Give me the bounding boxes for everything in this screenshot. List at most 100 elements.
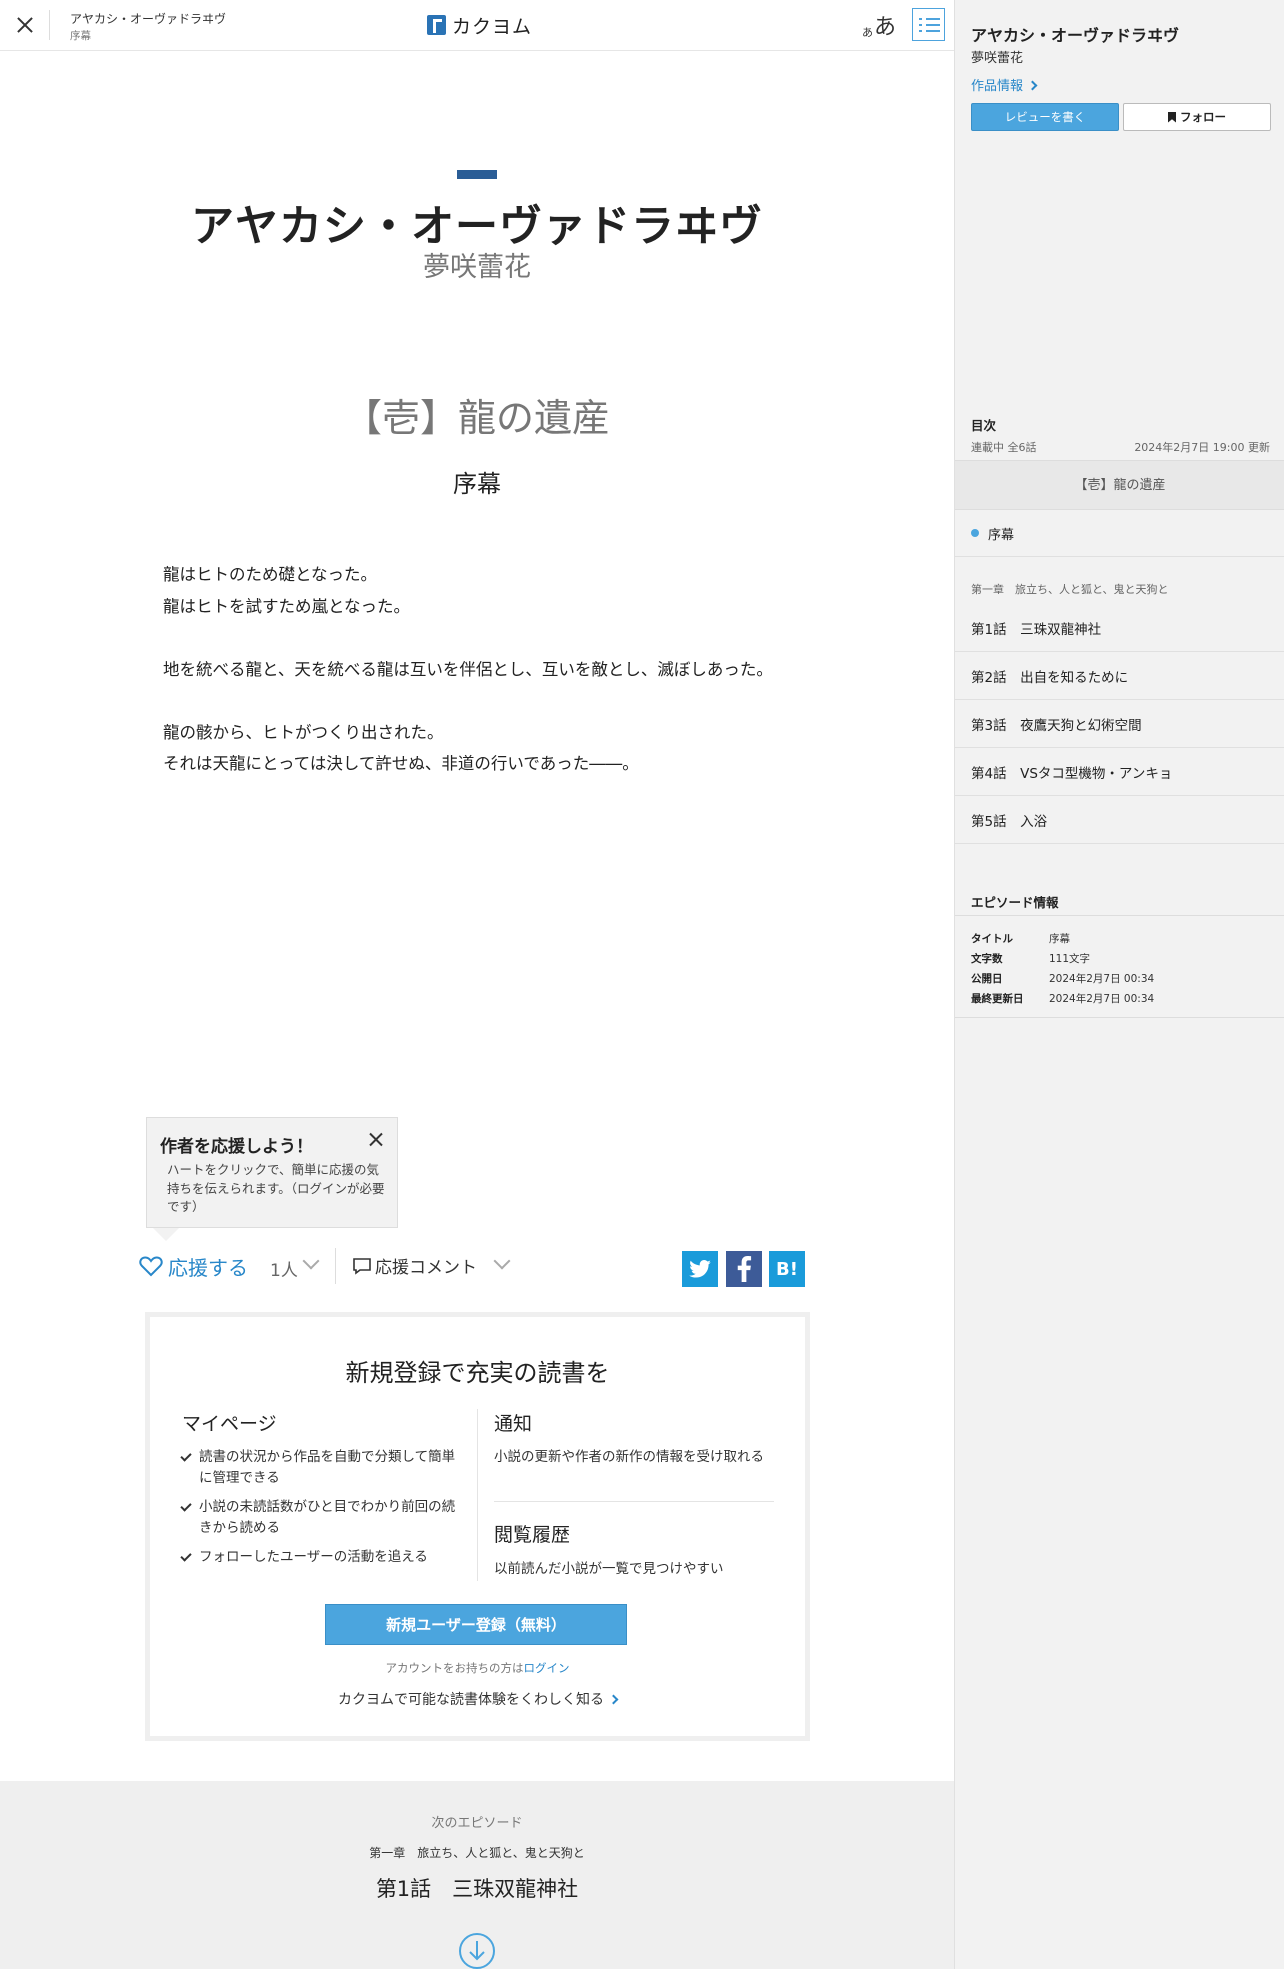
cheer-row: 応援する 1人 応援コメント B! [139, 1246, 809, 1287]
feature-text: 読書の状況から作品を自動で分類して簡単に管理できる [199, 1449, 456, 1486]
cheer-button[interactable]: 応援する [168, 1252, 248, 1281]
toc-episode[interactable]: 第5話 入浴 [955, 796, 1284, 844]
font-size-button[interactable]: あ あ [862, 10, 896, 40]
body-line: 龍はヒトを試すため嵐となった。 [163, 596, 411, 616]
next-episode-title[interactable]: 第1話 三珠双龍神社 [0, 1873, 954, 1903]
login-line: アカウントをお持ちの方はログイン [150, 1660, 805, 1676]
font-small-glyph: あ [862, 26, 873, 39]
tooltip-close-icon[interactable] [365, 1129, 387, 1151]
chapter-title: 【壱】龍の遺産 [343, 396, 610, 440]
top-bar: アヤカシ・オーヴァドラヰヴ 序幕 カクヨム あ あ [0, 0, 954, 51]
toc-episode-label: 序幕 [988, 528, 1015, 543]
write-review-button[interactable]: レビューを書く [971, 103, 1119, 131]
twitter-icon [689, 1260, 711, 1278]
episode-body: 龍はヒトのため礎となった。 龍はヒトを試すため嵐となった。 地を統べる龍と、天を… [163, 559, 843, 780]
signup-promo: 新規登録で充実の読書を マイページ 読書の状況から作品を自動で分類して簡単に管理… [145, 1312, 810, 1741]
notify-desc: 小説の更新や作者の新作の情報を受け取れる [494, 1449, 764, 1465]
feature-text: 小説の未読話数がひと目でわかり前回の続きから読める [199, 1499, 456, 1536]
chevron-down-icon[interactable] [302, 1252, 320, 1270]
mypage-feature: 読書の状況から作品を自動で分類して簡単に管理できる [180, 1447, 462, 1489]
toc-dot [919, 18, 922, 20]
logo-icon [427, 15, 446, 35]
toc-episode[interactable]: 第4話 VSタコ型機物・アンキョ [955, 748, 1284, 796]
follow-label: フォロー [1180, 110, 1226, 124]
info-value: 111文字 [1049, 953, 1091, 965]
toc-episode[interactable]: 第1話 三珠双龍神社 [955, 604, 1284, 652]
sidebar: アヤカシ・オーヴァドラヰヴ 夢咲蕾花 作品情報 レビューを書く フォロー 目次 … [954, 0, 1284, 1969]
divider [477, 1409, 478, 1581]
facebook-share-button[interactable] [726, 1251, 762, 1287]
mypage-heading: マイページ [182, 1413, 277, 1435]
signup-title: 新規登録で充実の読書を [345, 1359, 610, 1387]
body-line: 龍はヒトのため礎となった。 [163, 565, 378, 584]
toc-line [926, 30, 940, 32]
info-key: 公開日 [971, 973, 1003, 985]
current-dot-icon [971, 529, 979, 537]
cheer-tooltip: 作者を応援しよう！ ハートをクリックで、簡単に応援の気持ちを伝えられます。（ログ… [146, 1117, 398, 1241]
body-line: 地を統べる龍と、天を統べる龍は互いを伴侶とし、互いを敵とし、滅ぼしあった。 [163, 659, 773, 679]
close-icon[interactable] [12, 12, 38, 38]
toc-episode-label: 第3話 夜鷹天狗と幻術空間 [971, 718, 1142, 734]
cheer-comment-button[interactable]: 応援コメント [375, 1253, 477, 1278]
toc-episode-label: 第5話 入浴 [971, 814, 1048, 830]
history-heading: 閲覧履歴 [494, 1524, 571, 1546]
toc-episode-label: 第2話 出自を知るために [971, 670, 1129, 686]
next-episode-label: 次のエピソード [431, 1816, 523, 1831]
tooltip-title: 作者を応援しよう！ [160, 1137, 313, 1157]
chevron-down-icon[interactable] [493, 1252, 511, 1270]
info-value: 2024年2月7日 00:34 [1049, 993, 1155, 1005]
bookmark-icon [1168, 111, 1176, 123]
mypage-feature: 小説の未読話数がひと目でわかり前回の続きから読める [180, 1497, 462, 1539]
title-accent-bar [457, 170, 497, 179]
toc-current-episode[interactable]: 序幕 [955, 510, 1284, 557]
info-key: 文字数 [971, 953, 1003, 965]
font-big-glyph: あ [874, 15, 897, 40]
episode-title: 序幕 [453, 470, 501, 498]
learn-more-link[interactable]: カクヨムで可能な読書体験をくわしく知る [150, 1689, 805, 1709]
info-value: 序幕 [1049, 933, 1070, 945]
next-chapter: 第一章 旅立ち、人と狐と、鬼と天狗と [369, 1846, 585, 1860]
cheer-count: 1人 [270, 1261, 298, 1281]
heart-icon[interactable] [139, 1255, 163, 1277]
body-line: 龍の骸から、ヒトがつくり出された。 [163, 722, 444, 742]
tooltip-body: ハートをクリックで、簡単に応援の気持ちを伝えられます。（ログインが必要です） [167, 1162, 385, 1214]
follow-button[interactable]: フォロー [1123, 103, 1271, 131]
info-key: タイトル [971, 933, 1013, 945]
body-line: それは天龍にとっては決して許せぬ、非道の行いであった――。 [163, 754, 639, 773]
toc-chapter1-heading: 第一章 旅立ち、人と狐と、鬼と天狗と [971, 583, 1169, 596]
toc-line [926, 24, 940, 26]
logo-text: カクヨム [452, 15, 533, 38]
sidebar-work-title[interactable]: アヤカシ・オーヴァドラヰヴ [971, 22, 1179, 46]
twitter-share-button[interactable] [682, 1251, 718, 1287]
serial-status: 連載中 全6話 [971, 441, 1037, 454]
header-work-title[interactable]: アヤカシ・オーヴァドラヰヴ [70, 10, 226, 27]
episode-info-table: タイトル 序幕 文字数 111文字 公開日 2024年2月7日 00:34 最終… [955, 915, 1284, 1018]
toc-episode[interactable]: 第2話 出自を知るために [955, 652, 1284, 700]
divider [335, 1248, 336, 1284]
feature-text: フォローしたユーザーの活動を追える [199, 1549, 428, 1565]
check-icon [180, 1450, 192, 1462]
episode-info-label: エピソード情報 [971, 895, 1059, 910]
check-icon [180, 1500, 192, 1512]
arrow-down-circle-icon[interactable] [458, 1932, 496, 1969]
work-info-link[interactable]: 作品情報 [971, 75, 1038, 94]
divider [49, 10, 50, 40]
info-key: 最終更新日 [971, 993, 1024, 1005]
work-author: 夢咲蕾花 [423, 252, 531, 283]
toc-label: 目次 [971, 418, 997, 433]
login-prefix: アカウントをお持ちの方は [385, 1661, 524, 1675]
chevron-right-icon [608, 1694, 619, 1705]
toc-chapter-heading: 【壱】龍の遺産 [955, 460, 1284, 510]
kakuyomu-logo[interactable]: カクヨム [427, 13, 533, 38]
toc-episode[interactable]: 第3話 夜鷹天狗と幻術空間 [955, 700, 1284, 748]
sidebar-author[interactable]: 夢咲蕾花 [971, 47, 1023, 66]
history-desc: 以前読んだ小説が一覧で見つけやすい [494, 1561, 724, 1577]
login-link[interactable]: ログイン [524, 1661, 570, 1675]
register-button[interactable]: 新規ユーザー登録（無料） [325, 1604, 627, 1645]
chevron-right-icon [1027, 80, 1038, 91]
body-line [163, 622, 843, 654]
learn-more-text: カクヨムで可能な読書体験をくわしく知る [338, 1692, 604, 1708]
updated-date: 2024年2月7日 19:00 更新 [1134, 441, 1270, 454]
toc-list-icon[interactable] [912, 8, 945, 41]
hatena-bookmark-button[interactable]: B! [769, 1251, 805, 1287]
